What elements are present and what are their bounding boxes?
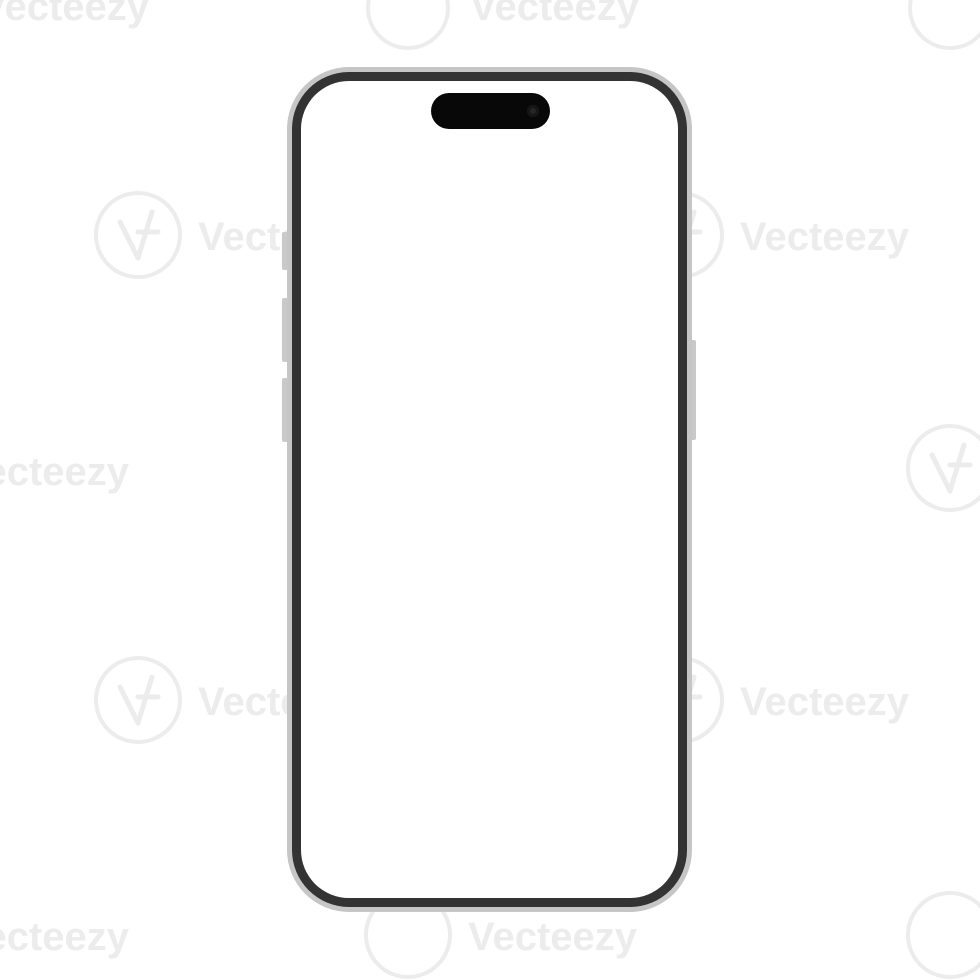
vecteezy-logo-mark-icon <box>929 442 973 494</box>
front-camera-icon <box>527 105 539 117</box>
watermark-text: Vecteezy <box>0 915 130 959</box>
vecteezy-logo-mark-icon <box>117 209 161 261</box>
vecteezy-logo-icon <box>366 0 450 50</box>
vecteezy-logo-icon <box>94 656 182 744</box>
watermark-text: Vecteezy <box>470 0 640 29</box>
watermark-row-1: Vecteezy Vecteezy <box>0 0 980 50</box>
watermark-text: Vecteezy <box>0 450 130 494</box>
phone-bezel <box>292 72 687 907</box>
watermark-text: Vecteezy <box>740 680 910 724</box>
phone-screen <box>301 81 678 898</box>
vecteezy-logo-icon <box>906 891 980 979</box>
watermark-text: Vecteezy <box>0 0 150 29</box>
vecteezy-logo-icon <box>94 191 182 279</box>
vecteezy-logo-icon <box>906 424 980 512</box>
vecteezy-logo-mark-icon <box>117 674 161 726</box>
vecteezy-logo-icon <box>908 0 980 50</box>
watermark-text: Vecteezy <box>468 915 638 959</box>
dynamic-island <box>431 93 550 129</box>
watermark-text: Vecteezy <box>740 215 910 259</box>
phone-frame <box>287 67 692 912</box>
